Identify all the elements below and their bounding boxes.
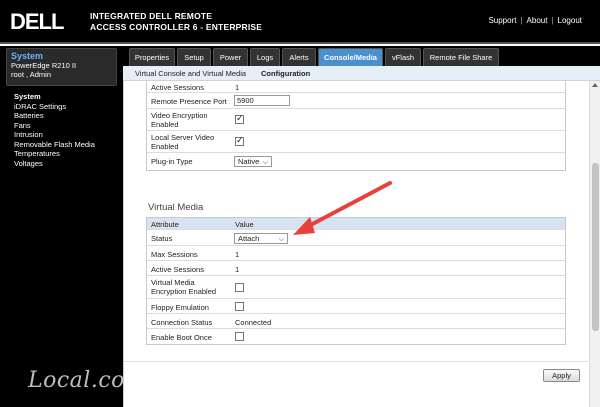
sidebar-item-system[interactable]: System <box>14 92 95 102</box>
chevron-down-icon: ⌵ <box>278 236 284 243</box>
about-link[interactable]: About <box>527 16 548 25</box>
console-settings-table: Active Sessions 1 Remote Presence Port 5… <box>146 81 566 171</box>
table-row: Active Sessions 1 <box>147 261 565 276</box>
sidebar-item-fans[interactable]: Fans <box>14 121 95 131</box>
vm-encryption-label-line2: Encryption Enabled <box>151 287 217 296</box>
remote-presence-port-input[interactable]: 5900 <box>234 95 290 106</box>
sidebar-item-removable-flash-media[interactable]: Removable Flash Media <box>14 140 95 150</box>
subnav-configuration[interactable]: Configuration <box>261 66 310 81</box>
top-links: Support | About | Logout <box>488 16 582 25</box>
main-content: Active Sessions 1 Remote Presence Port 5… <box>123 81 589 407</box>
logout-link[interactable]: Logout <box>558 16 582 25</box>
column-header-value: Value <box>235 220 254 229</box>
system-title: System <box>11 51 44 61</box>
connection-status-value: Connected <box>235 318 272 327</box>
tab-vflash[interactable]: vFlash <box>385 48 421 66</box>
floppy-emulation-label: Floppy Emulation <box>151 303 209 312</box>
apply-button[interactable]: Apply <box>543 369 580 382</box>
table-row: Local Server Video Enabled <box>147 131 565 153</box>
scroll-up-icon[interactable] <box>592 83 598 87</box>
status-select-value: Attach <box>238 234 260 243</box>
sub-navigation: Virtual Console and Virtual Media Config… <box>123 66 600 81</box>
table-row: Remote Presence Port 5900 <box>147 93 565 109</box>
video-encryption-label-line1: Video Encryption <box>151 111 208 120</box>
product-title-line1: INTEGRATED DELL REMOTE <box>90 11 213 21</box>
system-model: PowerEdge R210 II <box>11 61 77 70</box>
tab-remote-file-share[interactable]: Remote File Share <box>423 48 499 66</box>
video-encryption-label-line2: Enabled <box>151 120 179 129</box>
local-server-video-label-line2: Enabled <box>151 142 179 151</box>
svg-text:DELL: DELL <box>10 9 64 34</box>
chevron-down-icon: ⌵ <box>262 159 268 166</box>
system-summary-box[interactable]: System PowerEdge R210 II root , Admin <box>6 48 117 86</box>
table-row: Status Attach ⌵ <box>147 230 565 246</box>
logged-in-user: root , Admin <box>11 70 52 79</box>
vm-encryption-label-line1: Virtual Media <box>151 278 195 287</box>
active-sessions-label: Active Sessions <box>151 83 204 92</box>
remote-presence-port-label: Remote Presence Port <box>151 97 227 106</box>
table-row: Enable Boot Once <box>147 329 565 344</box>
sidebar-item-idrac-settings[interactable]: iDRAC Settings <box>14 102 95 112</box>
table-row: Max Sessions 1 <box>147 246 565 261</box>
subnav-virtual-console-media[interactable]: Virtual Console and Virtual Media <box>135 66 246 81</box>
floppy-emulation-checkbox[interactable] <box>235 302 244 311</box>
local-server-video-label: Local Server Video Enabled <box>151 133 214 151</box>
divider <box>124 361 589 362</box>
table-row: Plug-in Type Native ⌵ <box>147 153 565 170</box>
tab-logs[interactable]: Logs <box>250 48 280 66</box>
link-separator: | <box>551 16 554 25</box>
status-select[interactable]: Attach ⌵ <box>234 233 288 244</box>
video-encryption-checkbox[interactable] <box>235 113 244 124</box>
vertical-scrollbar[interactable] <box>589 81 600 407</box>
plugin-type-value: Native <box>238 157 260 166</box>
tab-alerts[interactable]: Alerts <box>282 48 316 66</box>
table-row: Video Encryption Enabled <box>147 109 565 131</box>
connection-status-label: Connection Status <box>151 318 213 327</box>
header-bar: DELL INTEGRATED DELL REMOTE ACCESS CONTR… <box>0 0 600 44</box>
plugin-type-label: Plug-in Type <box>151 157 193 166</box>
column-header-attribute: Attribute <box>151 220 179 229</box>
max-sessions-value: 1 <box>235 250 240 259</box>
vm-active-sessions-value: 1 <box>235 265 240 274</box>
vm-active-sessions-label: Active Sessions <box>151 265 204 274</box>
table-row: Active Sessions 1 <box>147 81 565 93</box>
table-header-row: Attribute Value <box>147 218 565 230</box>
sidebar-tree: System iDRAC Settings Batteries Fans Int… <box>14 92 95 168</box>
scrollbar-thumb[interactable] <box>592 163 599 331</box>
table-row: Connection Status Connected <box>147 314 565 329</box>
plugin-type-select[interactable]: Native ⌵ <box>234 156 272 167</box>
vm-encryption-checkbox[interactable] <box>235 283 244 292</box>
sidebar-item-temperatures[interactable]: Temperatures <box>14 149 95 159</box>
left-sidebar: System PowerEdge R210 II root , Admin Sy… <box>0 46 146 407</box>
local-server-video-label-line1: Local Server Video <box>151 133 215 142</box>
product-title: INTEGRATED DELL REMOTE ACCESS CONTROLLER… <box>90 11 262 33</box>
video-encryption-label: Video Encryption Enabled <box>151 111 208 129</box>
table-row: Virtual Media Encryption Enabled <box>147 276 565 299</box>
tab-console-media[interactable]: Console/Media <box>318 48 383 66</box>
sidebar-item-intrusion[interactable]: Intrusion <box>14 130 95 140</box>
link-separator: | <box>520 16 523 25</box>
tab-power[interactable]: Power <box>213 48 248 66</box>
tab-setup[interactable]: Setup <box>177 48 211 66</box>
local-server-video-checkbox[interactable] <box>235 135 244 146</box>
table-row: Floppy Emulation <box>147 299 565 314</box>
support-link[interactable]: Support <box>488 16 516 25</box>
enable-boot-once-label: Enable Boot Once <box>151 333 212 342</box>
status-label: Status <box>151 234 173 243</box>
virtual-media-table: Attribute Value Status Attach ⌵ Max Sess… <box>146 217 566 345</box>
active-sessions-value: 1 <box>235 83 240 92</box>
sidebar-item-voltages[interactable]: Voltages <box>14 159 95 169</box>
product-title-line2: ACCESS CONTROLLER 6 - ENTERPRISE <box>90 22 263 32</box>
vm-encryption-label: Virtual Media Encryption Enabled <box>151 278 216 296</box>
dell-logo: DELL <box>10 8 70 34</box>
enable-boot-once-checkbox[interactable] <box>235 332 244 341</box>
sidebar-item-batteries[interactable]: Batteries <box>14 111 95 121</box>
tab-properties[interactable]: Properties <box>129 48 175 66</box>
virtual-media-heading: Virtual Media <box>148 202 204 213</box>
max-sessions-label: Max Sessions <box>151 250 198 259</box>
